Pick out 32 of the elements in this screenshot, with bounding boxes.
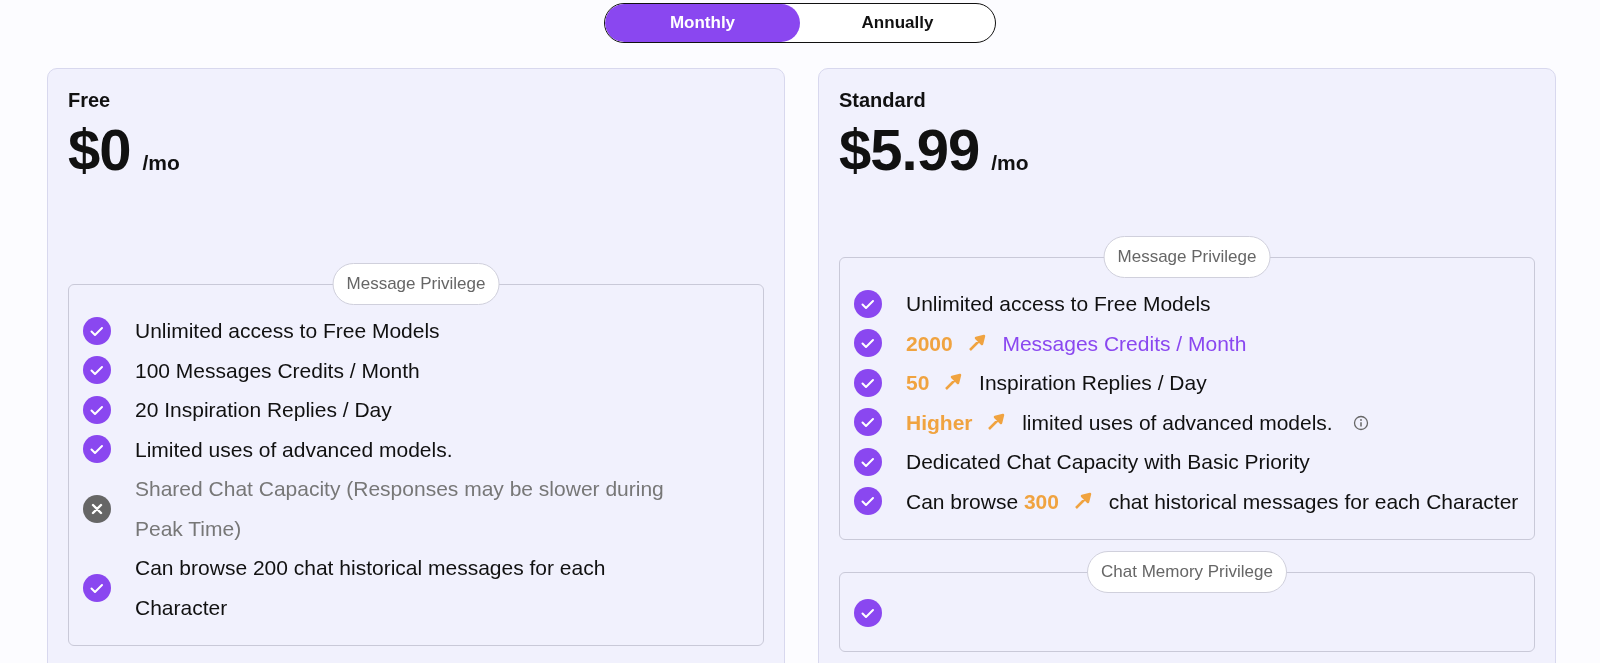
feature-text: Character	[1426, 489, 1519, 513]
upgrade-value: 2000	[906, 331, 953, 355]
billing-option[interactable]: Monthly	[605, 4, 800, 42]
upgrade-value: Higher	[906, 410, 973, 434]
feature-text: Dedicated Chat Capacity with Basic Priority	[906, 450, 1310, 473]
price-period: /mo	[991, 151, 1029, 175]
info-icon[interactable]	[1352, 414, 1369, 431]
feature-text: Inspiration Replies / Day	[979, 371, 1207, 394]
section-title: Message Privilege	[1103, 236, 1271, 278]
arrow-up-right-icon	[986, 411, 1007, 432]
section-title: Message Privilege	[332, 263, 500, 305]
upgrade-value: 50	[906, 371, 930, 394]
feature-text: 100 Messages Credits / Month	[135, 358, 420, 382]
feature-text: Messages Credits / Month	[1002, 331, 1247, 355]
billing-option[interactable]: Annually	[800, 4, 995, 42]
price-period: /mo	[142, 151, 180, 175]
feature-text: 20 Inspiration Replies / Day	[135, 398, 392, 421]
feature-text: Can browse	[906, 489, 1019, 513]
feature-text: Unlimited access to Free Models	[906, 292, 1211, 315]
feature-text: Shared Chat Capacity (Responses may be slower during Peak Time)	[135, 477, 664, 540]
upgrade-value: 300	[1023, 489, 1059, 513]
plan-name: Free	[68, 89, 112, 112]
feature-text: Unlimited access to Free Models	[135, 319, 440, 342]
feature-text: Can browse 200 chat historical messages for each Character	[135, 556, 606, 619]
feature-text: limited uses of advanced models.	[1022, 410, 1333, 434]
section-title: Chat Memory Privilege	[1087, 551, 1287, 593]
feature-text: chat historical messages for each	[1108, 489, 1421, 513]
plan-name: Standard	[839, 89, 927, 112]
plan-price: $0	[68, 116, 131, 183]
arrow-up-right-icon	[943, 372, 964, 392]
feature-text: Limited uses of advanced models.	[135, 437, 453, 461]
plan-price: $5.99	[839, 116, 980, 183]
